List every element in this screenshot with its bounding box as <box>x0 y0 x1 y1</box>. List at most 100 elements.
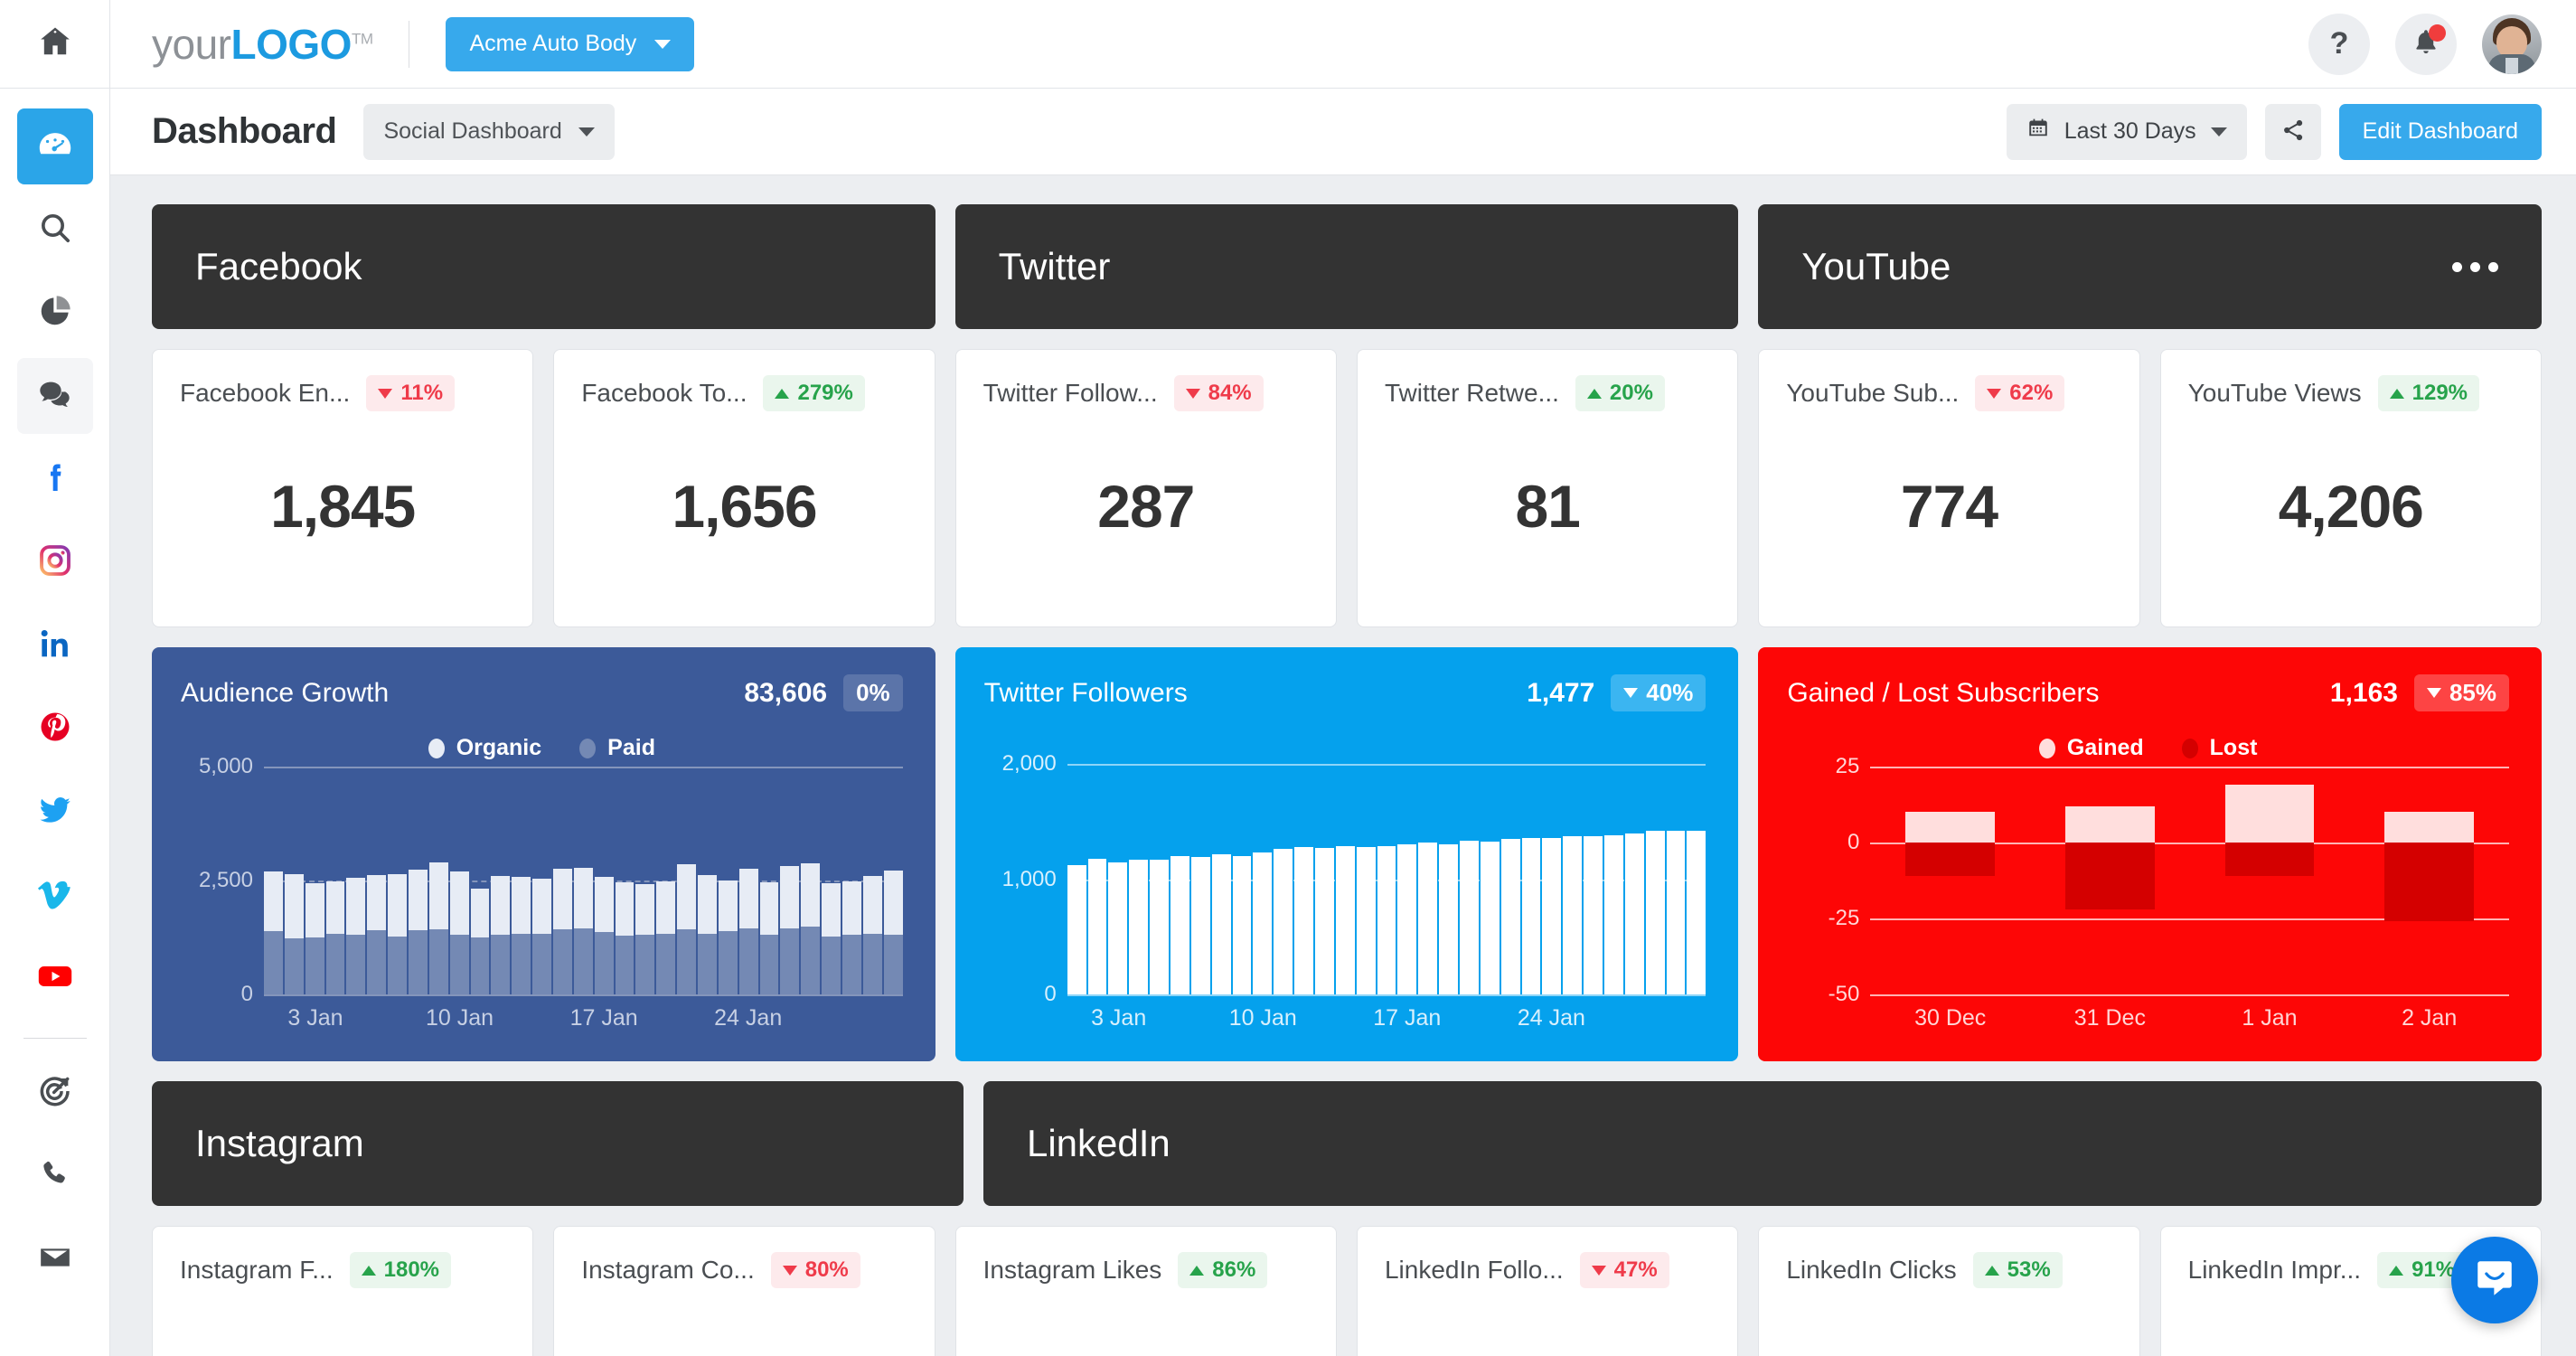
chart-plot: 0 1,000 2,000 <box>984 751 1706 1006</box>
intercom-chat-icon <box>2472 1256 2517 1305</box>
legend-spacer <box>984 711 1706 758</box>
sidebar-item-calls[interactable] <box>17 1138 93 1214</box>
bar-segment-paid <box>615 935 635 994</box>
legend-label: Paid <box>607 735 655 760</box>
notifications-button[interactable] <box>2395 13 2457 75</box>
sidebar-item-home[interactable] <box>0 0 109 89</box>
bar-stack <box>491 767 511 994</box>
bar-segment-paid <box>449 934 469 994</box>
sidebar-item-facebook[interactable] <box>17 441 93 517</box>
bars <box>1067 764 1706 994</box>
sidebar-item-messages[interactable] <box>16 358 93 434</box>
arrow-up-icon <box>361 1265 376 1276</box>
sidebar-item-dashboard[interactable] <box>16 108 93 184</box>
bar-segment-paid <box>780 928 800 994</box>
kpi-card[interactable]: LinkedIn Follo... 47% <box>1356 1226 1739 1356</box>
section-header-instagram[interactable]: Instagram <box>152 1081 964 1206</box>
kpi-card[interactable]: Twitter Follow... 84% 287 <box>954 349 1337 627</box>
section-header-twitter[interactable]: Twitter <box>954 204 1739 329</box>
legend-item[interactable]: Gained <box>2038 735 2144 761</box>
bar-segment-paid <box>594 931 614 994</box>
kpi-label: LinkedIn Follo... <box>1384 1256 1564 1284</box>
bar-stack <box>305 767 324 994</box>
bar-segment-organic <box>698 874 717 935</box>
bars <box>264 767 903 994</box>
bar-segment-paid <box>264 930 283 994</box>
delta-badge: 86% <box>1178 1252 1268 1288</box>
chart-card-gained-lost-subscribers[interactable]: Gained / Lost Subscribers 1,163 85% Gained L… <box>1758 647 2543 1061</box>
kpi-card[interactable]: Facebook To... 279% 1,656 <box>553 349 935 627</box>
chart-card-twitter-followers[interactable]: Twitter Followers 1,477 40% 0 1,000 2,000 3 Ja… <box>954 647 1739 1061</box>
section-header-youtube[interactable]: YouTube <box>1758 204 2543 329</box>
legend-label: Gained <box>2066 735 2144 760</box>
bar-segment <box>1563 836 1583 994</box>
sidebar-item-reports[interactable] <box>17 275 93 351</box>
delta-badge: 47% <box>1579 1252 1669 1288</box>
kpi-value: 1,845 <box>270 473 416 540</box>
sidebar-item-pinterest[interactable] <box>17 691 93 767</box>
kpi-card[interactable]: Facebook En... 11% 1,845 <box>152 349 534 627</box>
kpi-card[interactable]: YouTube Sub... 62% 774 <box>1758 349 2140 627</box>
intercom-launcher[interactable] <box>2451 1237 2538 1323</box>
kpi-card[interactable]: Instagram Likes 86% <box>954 1226 1337 1356</box>
bar-stack <box>532 767 552 994</box>
edit-dashboard-button[interactable]: Edit Dashboard <box>2338 103 2542 160</box>
section-header-linkedin[interactable]: LinkedIn <box>982 1081 2542 1206</box>
dashboard-selector[interactable]: Social Dashboard <box>363 103 615 160</box>
bar-segment-paid <box>801 927 821 994</box>
bar-group <box>1870 767 2030 994</box>
bar-segment <box>1314 848 1334 994</box>
bar-segment-paid <box>325 934 345 994</box>
bar-segment-gained <box>1905 812 1996 843</box>
bar-stack <box>325 767 345 994</box>
bar-stack <box>883 767 903 994</box>
bar-stack <box>1687 764 1706 994</box>
account-selector[interactable]: Acme Auto Body <box>446 16 695 71</box>
bar-segment-organic <box>449 871 469 935</box>
bar-segment-lost <box>1905 843 1996 876</box>
share-icon <box>2280 118 2306 146</box>
chart-card-audience-growth[interactable]: Audience Growth 83,606 0% Organic Paid 0 2,500… <box>152 647 935 1061</box>
bar-segment <box>1211 854 1231 994</box>
y-axis: 0 2,500 5,000 <box>181 754 264 1006</box>
sidebar-item-youtube[interactable] <box>17 940 93 1016</box>
avatar[interactable] <box>2482 14 2542 74</box>
bar-segment-organic <box>842 881 861 936</box>
sidebar-item-search[interactable] <box>17 192 93 268</box>
bar-stack <box>780 767 800 994</box>
kpi-card[interactable]: Twitter Retwe... 20% 81 <box>1356 349 1739 627</box>
delta-badge: 80% <box>770 1252 860 1288</box>
bar-stack <box>1500 764 1520 994</box>
kpi-card[interactable]: LinkedIn Clicks 53% <box>1758 1226 2140 1356</box>
bar-segment-gained <box>2384 812 2475 843</box>
kpi-card[interactable]: YouTube Views 129% 4,206 <box>2159 349 2542 627</box>
sidebar-item-email[interactable] <box>17 1221 93 1297</box>
bar-stack <box>1129 764 1149 994</box>
delta-value: 180% <box>383 1257 440 1282</box>
legend-item[interactable]: Organic <box>428 735 541 761</box>
sidebar-item-adroll[interactable] <box>17 1055 93 1131</box>
bar-segment-organic <box>594 877 614 932</box>
section-header-facebook[interactable]: Facebook <box>152 204 935 329</box>
delta-value: 20% <box>1609 381 1653 405</box>
help-button[interactable]: ? <box>2308 13 2370 75</box>
brand-logo[interactable]: yourLOGOTM <box>152 20 373 69</box>
bar-stack <box>409 767 428 994</box>
kpi-card[interactable]: Instagram Co... 80% <box>553 1226 935 1356</box>
bar-segment-organic <box>738 869 758 929</box>
date-range-picker[interactable]: Last 30 Days <box>2006 103 2247 160</box>
section-menu-icon[interactable] <box>2452 261 2499 272</box>
legend-item[interactable]: Paid <box>579 735 655 761</box>
sidebar-item-linkedin[interactable] <box>17 607 93 683</box>
sidebar-item-vimeo[interactable] <box>17 857 93 933</box>
arrow-down-icon <box>378 388 393 399</box>
kpi-value: 81 <box>1515 473 1580 540</box>
bar-stack <box>1542 764 1562 994</box>
chevron-down-icon <box>2210 127 2227 137</box>
legend-item[interactable]: Lost <box>2181 735 2257 761</box>
sidebar-item-instagram[interactable] <box>17 524 93 600</box>
sidebar-item-twitter[interactable] <box>17 774 93 850</box>
kpi-card[interactable]: Instagram F... 180% <box>152 1226 534 1356</box>
share-button[interactable] <box>2264 103 2321 160</box>
bar-segment-paid <box>822 936 841 994</box>
